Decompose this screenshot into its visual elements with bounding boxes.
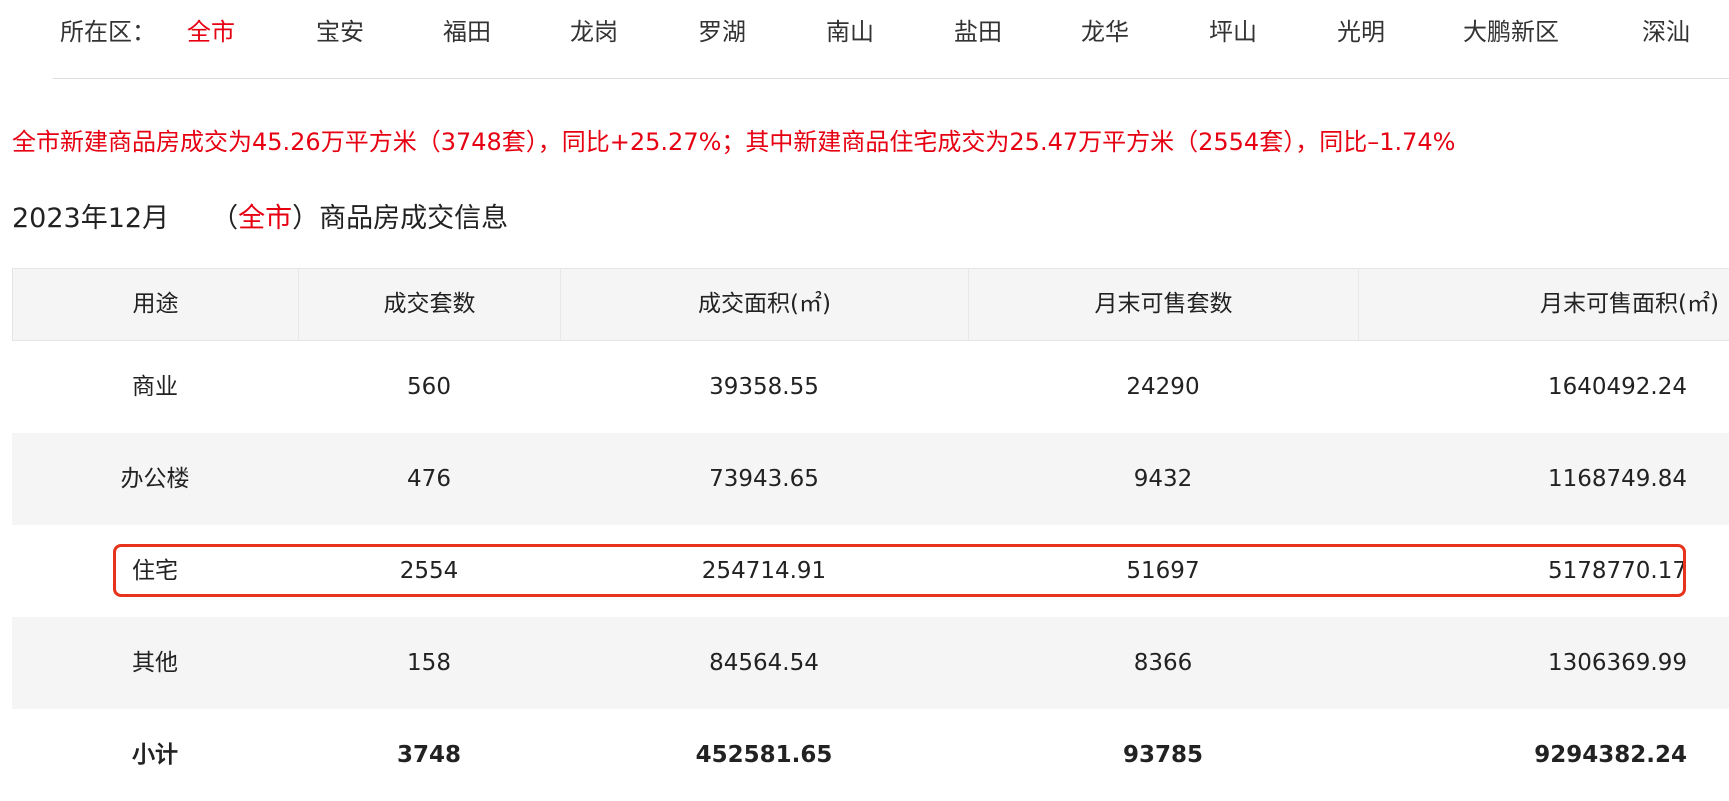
cell-area-available: 1640492.24 [1547, 374, 1687, 400]
district-tab-guangming[interactable]: 光明 [1337, 12, 1385, 47]
cell-usage: 商业 [132, 374, 178, 400]
cell-units-sold: 3748 [396, 742, 461, 768]
summary-text: 全市新建商品房成交为45.26万平方米（3748套），同比+25.27%；其中新… [12, 128, 1456, 156]
cell-usage: 住宅 [132, 558, 178, 584]
district-tab-longgang[interactable]: 龙岗 [570, 12, 618, 47]
cell-area-available: 9294382.24 [1534, 742, 1687, 768]
district-tab-pingshan[interactable]: 坪山 [1209, 12, 1257, 47]
section-title: 2023年12月 （全市）商品房成交信息 [12, 196, 508, 235]
column-header-units-available: 月末可售套数 [968, 269, 1358, 340]
table-row: 其他 158 84564.54 8366 1306369.99 [12, 617, 1729, 709]
cell-usage: 其他 [132, 650, 178, 676]
district-tab-longhua[interactable]: 龙华 [1081, 12, 1129, 47]
cell-area-sold: 254714.91 [701, 558, 827, 584]
district-tab-all[interactable]: 全市 [187, 12, 235, 47]
table-row-highlighted: 住宅 2554 254714.91 51697 5178770.17 [12, 525, 1729, 617]
cell-area-sold: 73943.65 [709, 466, 819, 492]
district-tab-futian[interactable]: 福田 [443, 12, 491, 47]
cell-area-available: 1306369.99 [1547, 650, 1687, 676]
cell-units-sold: 158 [407, 650, 451, 676]
section-region-close: ） [292, 203, 320, 234]
cell-units-available: 8366 [1133, 650, 1193, 676]
district-list: 全市 宝安 福田 龙岗 罗湖 南山 盐田 龙华 坪山 光明 大鹏新区 深汕 [0, 12, 1729, 52]
cell-area-sold: 84564.54 [709, 650, 819, 676]
district-tab-luohu[interactable]: 罗湖 [698, 12, 746, 47]
table-row-subtotal: 小计 3748 452581.65 93785 9294382.24 [12, 709, 1729, 801]
district-tab-shenshan[interactable]: 深汕 [1642, 12, 1690, 47]
cell-units-sold: 476 [407, 466, 451, 492]
cell-usage: 小计 [132, 742, 178, 768]
column-header-units-sold: 成交套数 [298, 269, 560, 340]
section-region-open: （ [211, 203, 239, 234]
section-period: 2023年12月 [12, 203, 170, 234]
cell-units-sold: 2554 [399, 558, 459, 584]
cell-units-available: 24290 [1126, 374, 1200, 400]
cell-usage: 办公楼 [120, 466, 190, 492]
section-region: 全市 [238, 203, 293, 234]
column-header-area-available: 月末可售面积(㎡) [1358, 269, 1729, 340]
section-title-text: 商品房成交信息 [319, 203, 509, 234]
cell-area-sold: 39358.55 [709, 374, 819, 400]
district-filter-bar: 所在区： 全市 宝安 福田 龙岗 罗湖 南山 盐田 龙华 坪山 光明 大鹏新区 … [0, 0, 1729, 58]
table-row: 办公楼 476 73943.65 9432 1168749.84 [12, 433, 1729, 525]
table-header: 用途 成交套数 成交面积(㎡) 月末可售套数 月末可售面积(㎡) [12, 268, 1729, 341]
district-tab-baoan[interactable]: 宝安 [316, 12, 364, 47]
table-row: 商业 560 39358.55 24290 1640492.24 [12, 341, 1729, 433]
column-header-area-sold: 成交面积(㎡) [560, 269, 968, 340]
cell-units-sold: 560 [407, 374, 451, 400]
cell-area-sold: 452581.65 [695, 742, 833, 768]
filter-divider [53, 78, 1729, 79]
cell-units-available: 93785 [1122, 742, 1204, 768]
cell-area-available: 1168749.84 [1547, 466, 1687, 492]
district-tab-dapeng[interactable]: 大鹏新区 [1463, 12, 1559, 47]
cell-units-available: 51697 [1126, 558, 1200, 584]
district-tab-nanshan[interactable]: 南山 [826, 12, 874, 47]
district-tab-yantian[interactable]: 盐田 [954, 12, 1002, 47]
column-header-usage: 用途 [12, 269, 298, 340]
cell-area-available: 5178770.17 [1547, 558, 1687, 584]
cell-units-available: 9432 [1133, 466, 1193, 492]
